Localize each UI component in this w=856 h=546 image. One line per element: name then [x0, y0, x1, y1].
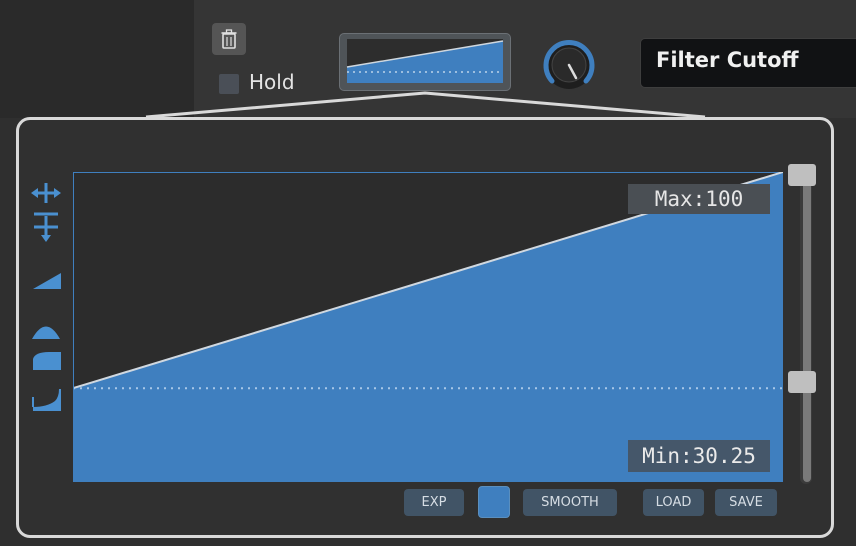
max-slider-handle[interactable]: [788, 164, 816, 186]
bell-curve-icon: [32, 326, 60, 339]
max-value-label: Max:100: [628, 184, 770, 214]
ramp-icon: [33, 273, 61, 289]
delete-button[interactable]: [212, 23, 246, 55]
min-value-label: Min:30.25: [628, 440, 770, 472]
tool-ramp[interactable]: [26, 266, 66, 296]
load-button[interactable]: LOAD: [643, 489, 704, 516]
lfo-editor-window: Hold Filter Cutoff Max:100 Min:30.25 EXP…: [0, 0, 856, 546]
curve-graph[interactable]: [73, 172, 783, 482]
tool-ease-in[interactable]: [26, 346, 66, 376]
hold-label: Hold: [249, 70, 295, 94]
trash-icon: [221, 29, 237, 49]
curve-thumbnail-button[interactable]: [339, 33, 511, 91]
smooth-button[interactable]: SMOOTH: [523, 489, 617, 516]
ease-in-icon: [33, 352, 61, 370]
knob-icon: [543, 40, 595, 89]
save-button[interactable]: SAVE: [715, 489, 777, 516]
tool-ease-out[interactable]: [26, 386, 66, 416]
curve-tools-bar: [26, 178, 68, 418]
horizontal-stretch-icon: [31, 183, 61, 203]
tool-horizontal-stretch[interactable]: [26, 178, 66, 208]
range-slider-rail: [803, 176, 811, 482]
parameter-name-label: Filter Cutoff: [656, 48, 799, 72]
min-slider-handle[interactable]: [788, 371, 816, 394]
top-bar-left-area: [0, 0, 194, 118]
exp-button[interactable]: EXP: [404, 489, 464, 516]
tool-bell-curve[interactable]: [26, 315, 66, 345]
vertical-stretch-icon: [34, 212, 58, 242]
modulation-amount-knob[interactable]: [538, 36, 600, 92]
tool-vertical-stretch[interactable]: [26, 212, 66, 242]
hold-checkbox[interactable]: [219, 74, 239, 94]
curve-color-swatch[interactable]: [478, 486, 510, 518]
curve-thumbnail-icon: [346, 39, 504, 83]
ease-out-icon: [32, 389, 61, 411]
